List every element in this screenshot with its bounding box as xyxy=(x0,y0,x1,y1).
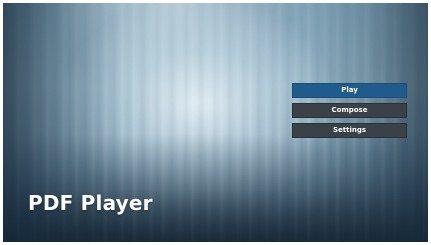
app-screen: Play Compose Settings PDF Player xyxy=(3,3,428,242)
main-menu: Play Compose Settings xyxy=(292,83,407,143)
play-button[interactable]: Play xyxy=(292,83,407,98)
compose-button[interactable]: Compose xyxy=(292,103,407,118)
app-title: PDF Player xyxy=(28,191,153,215)
settings-button[interactable]: Settings xyxy=(292,123,407,138)
